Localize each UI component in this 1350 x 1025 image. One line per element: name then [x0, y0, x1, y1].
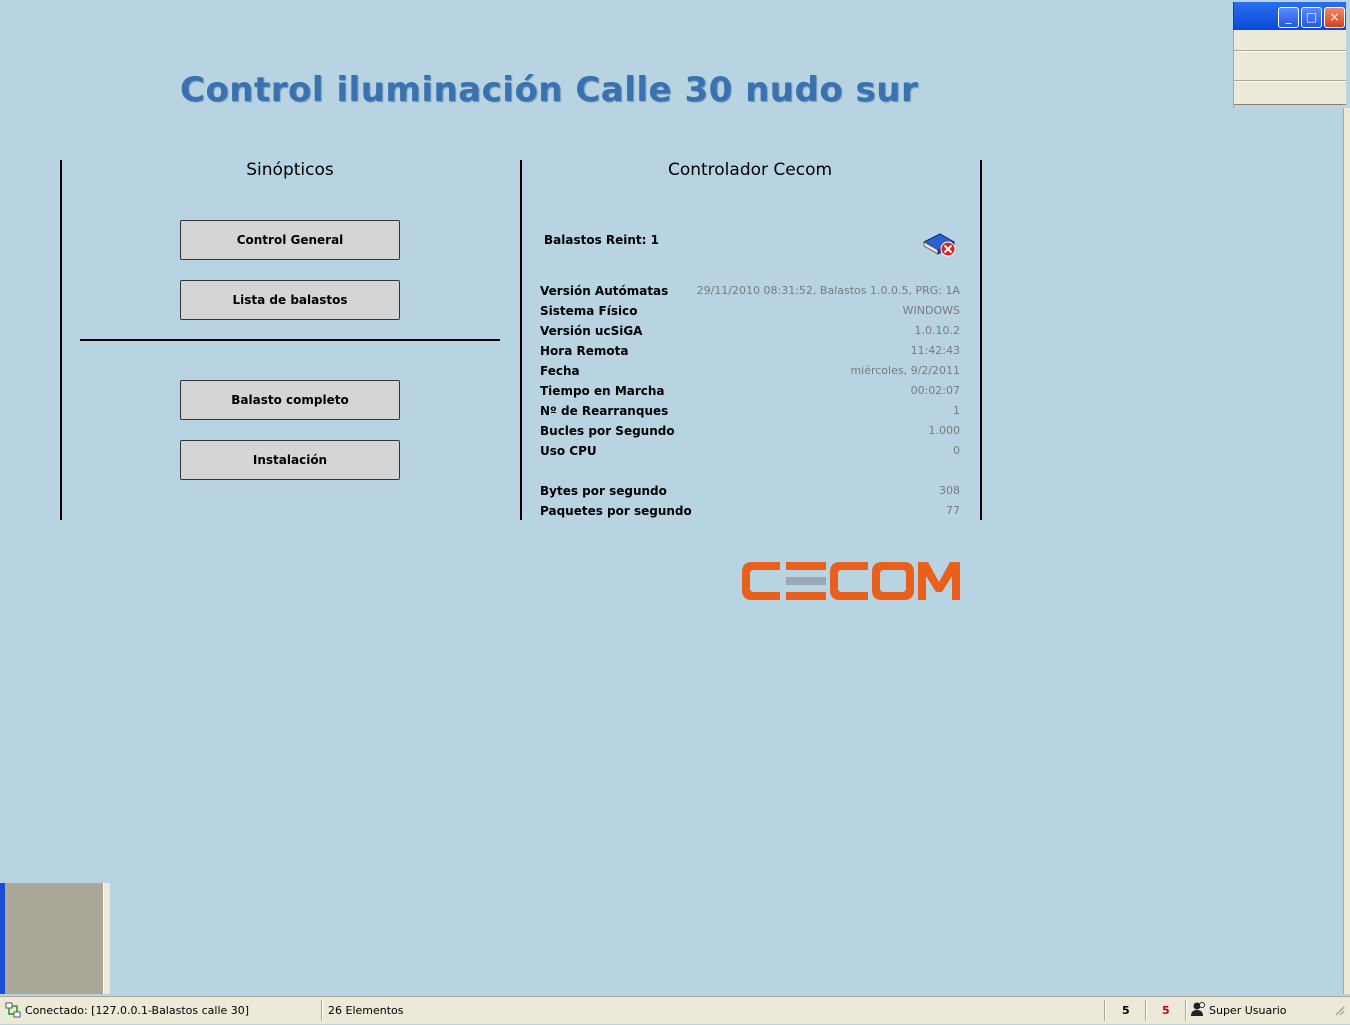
status-divider: [1185, 1000, 1187, 1021]
info-row-label: Fecha: [540, 364, 580, 378]
side-menu-strip: [1233, 30, 1346, 108]
info-row-label: Uso CPU: [540, 444, 597, 458]
user-icon: [1190, 1001, 1206, 1017]
menu-divider: [1234, 80, 1346, 82]
maximize-button[interactable]: □: [1301, 7, 1322, 28]
user-name: Super Usuario: [1209, 1004, 1287, 1017]
menu-divider: [1234, 50, 1346, 52]
connection-status: Conectado: [127.0.0.1-Balastos calle 30]: [25, 1004, 250, 1017]
elements-count: 26 Elementos: [328, 1004, 404, 1017]
minimize-button[interactable]: _: [1278, 7, 1299, 28]
info-row-value: 1: [953, 404, 960, 417]
panel-edge: [103, 883, 110, 994]
lista-balastos-button[interactable]: Lista de balastos: [180, 280, 400, 320]
status-divider: [321, 1000, 323, 1021]
panel-left-border: [60, 160, 62, 520]
info-row-label: Hora Remota: [540, 344, 629, 358]
info-row-value: 0: [953, 444, 960, 457]
traffic-row-value: 308: [939, 484, 960, 497]
info-row-value: 00:02:07: [910, 384, 960, 397]
info-row-label: Versión ucSiGA: [540, 324, 643, 338]
minimized-panel: [0, 883, 109, 994]
panel-accent-bar: [0, 883, 5, 994]
traffic-row-value: 77: [946, 504, 960, 517]
info-row-label: Sistema Físico: [540, 304, 638, 318]
cecom-logo: [740, 560, 962, 602]
book-error-icon[interactable]: [922, 228, 958, 258]
right-edge-bar: [1343, 108, 1350, 994]
info-row-value: 29/11/2010 08:31:52, Balastos 1.0.0.5, P…: [696, 284, 960, 297]
balasto-completo-button[interactable]: Balasto completo: [180, 380, 400, 420]
panel-right-border: [980, 160, 982, 520]
status-divider: [1145, 1000, 1147, 1021]
info-row-value: miércoles, 9/2/2011: [850, 364, 960, 377]
info-row-value: WINDOWS: [902, 304, 960, 317]
window-controls: _ □ ×: [1233, 2, 1346, 30]
network-connected-icon: [5, 1002, 21, 1018]
info-row-value: 11:42:43: [910, 344, 960, 357]
info-row-value: 1.000: [928, 424, 961, 437]
instalacion-button[interactable]: Instalación: [180, 440, 400, 480]
panel-middle-border: [520, 160, 522, 520]
control-general-button[interactable]: Control General: [180, 220, 400, 260]
balastos-reint-label: Balastos Reint: 1: [544, 233, 659, 247]
count-red: 5: [1162, 1004, 1170, 1017]
section-divider: [80, 339, 500, 341]
sinopticos-heading: Sinópticos: [246, 160, 334, 180]
close-button[interactable]: ×: [1324, 7, 1345, 28]
controlador-heading: Controlador Cecom: [667, 160, 833, 180]
info-row-value: 1.0.10.2: [914, 324, 960, 337]
status-bar: Conectado: [127.0.0.1-Balastos calle 30]…: [0, 996, 1350, 1024]
resize-grip-icon[interactable]: [1333, 1003, 1345, 1016]
menu-divider: [1234, 104, 1346, 108]
count-black: 5: [1122, 1004, 1130, 1017]
page-title: Control iluminación Calle 30 nudo sur: [180, 70, 919, 110]
status-divider: [1104, 1000, 1106, 1021]
